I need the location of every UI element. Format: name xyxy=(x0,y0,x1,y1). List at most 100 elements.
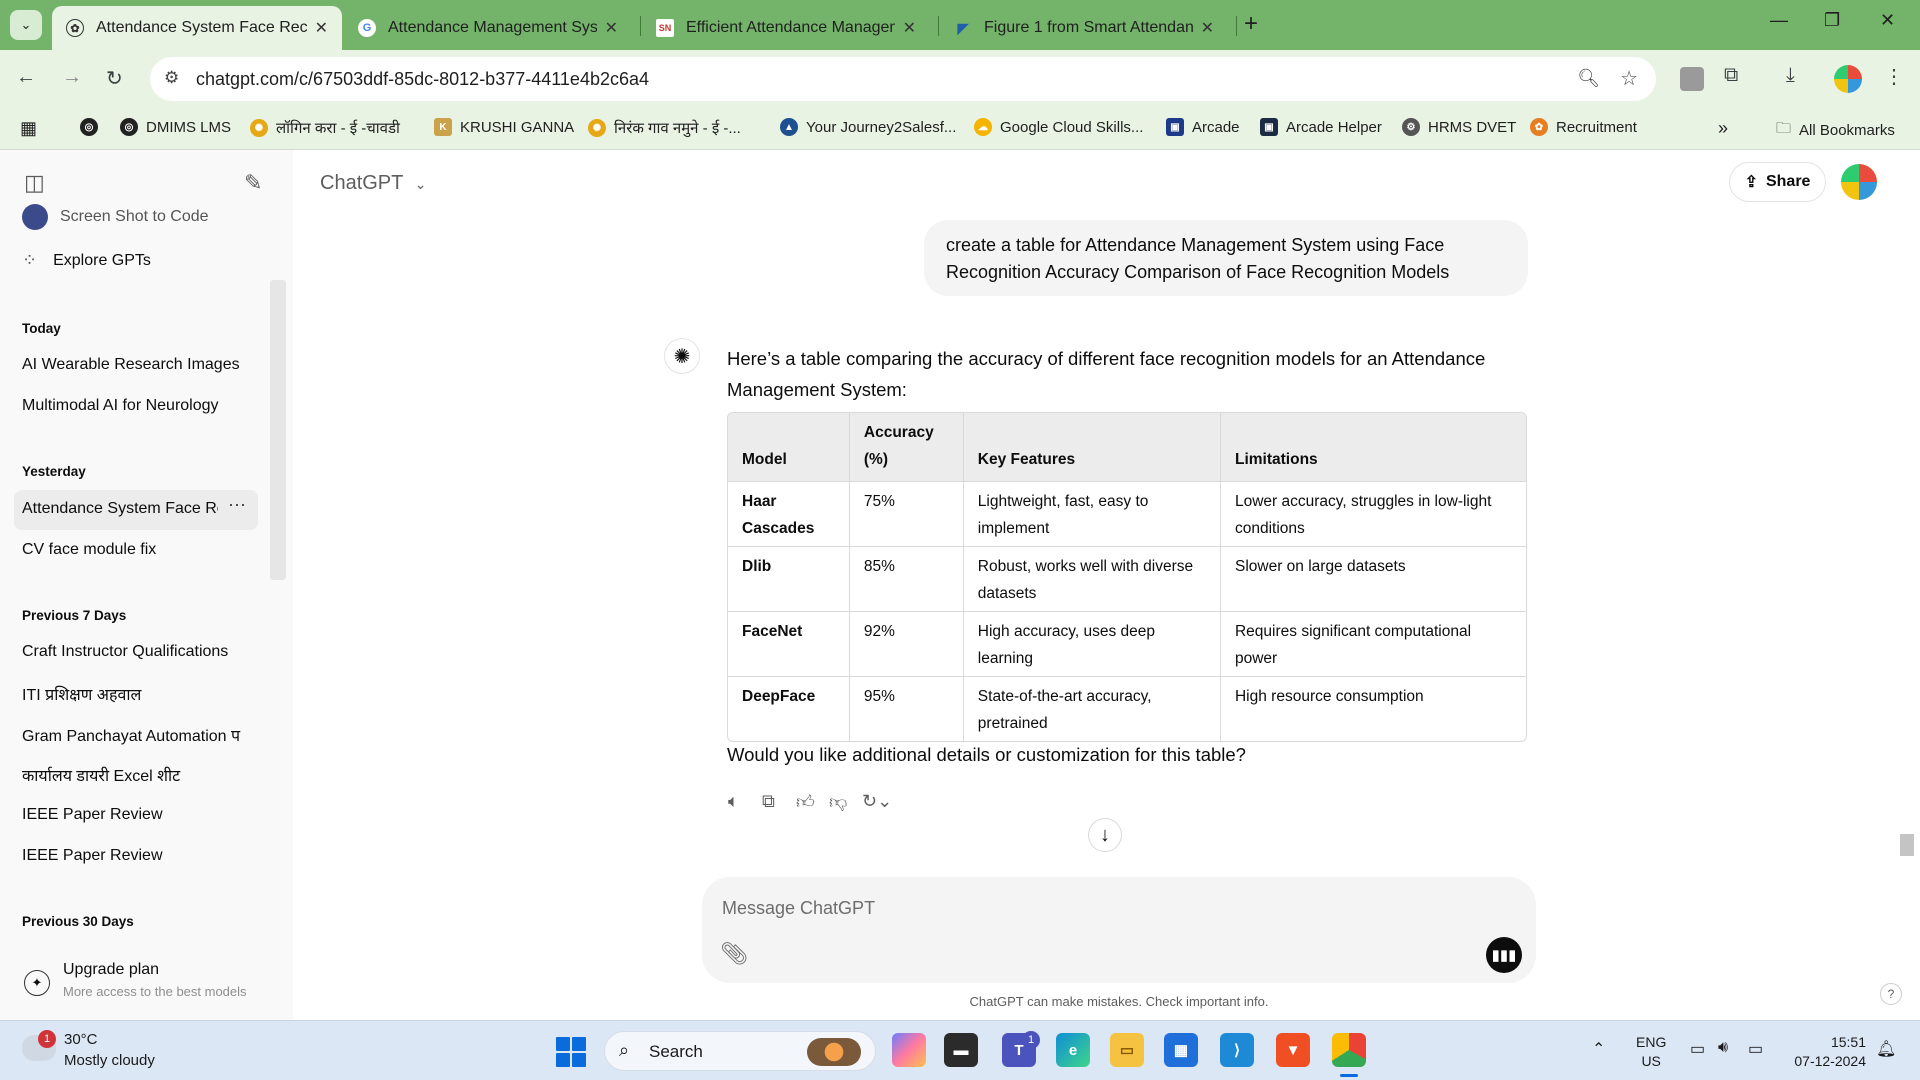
upgrade-plan-button[interactable]: Upgrade plan xyxy=(63,961,159,979)
chat-history-item[interactable]: ITI प्रशिक्षण अहवाल xyxy=(22,683,141,705)
reload-icon[interactable]: ↻ xyxy=(106,66,123,91)
windows-start-icon[interactable] xyxy=(556,1037,586,1067)
bookmark-item[interactable]: ✺ निरंक गाव नमुने - ई -... xyxy=(588,118,741,138)
user-message-bubble: create a table for Attendance Management… xyxy=(924,220,1528,296)
chat-history-item-active[interactable]: Attendance System Face Rec xyxy=(22,500,218,518)
globe-icon: ◎ xyxy=(80,118,98,136)
extensions-puzzle-icon[interactable]: ⧉ xyxy=(1724,64,1738,87)
site-settings-icon[interactable]: ⚙ xyxy=(164,68,179,88)
bookmark-item[interactable]: ▲ Your Journey2Salesf... xyxy=(780,118,956,136)
system-clock[interactable]: 15:51 07-12-2024 xyxy=(1786,1033,1866,1071)
download-icon[interactable]: ⤓ xyxy=(1786,64,1795,87)
bookmark-item[interactable]: ▣ Arcade Helper xyxy=(1260,118,1382,136)
search-label: Search xyxy=(649,1042,703,1061)
toggle-sidebar-icon[interactable]: ◫ xyxy=(24,170,45,196)
close-icon[interactable]: ✕ xyxy=(605,18,618,38)
address-bar[interactable]: ⚙ chatgpt.com/c/67503ddf-85dc-8012-b377-… xyxy=(150,57,1656,101)
more-bookmarks-icon[interactable]: » xyxy=(1718,118,1728,139)
bookmark-item[interactable]: ⚙ HRMS DVET xyxy=(1402,118,1516,136)
voice-mode-button[interactable]: ▮▮▮ xyxy=(1486,937,1522,973)
brave-icon[interactable]: ▼ xyxy=(1276,1033,1310,1067)
close-window-icon[interactable]: ✕ xyxy=(1880,10,1895,31)
task-view-icon[interactable]: ▬ xyxy=(944,1033,978,1067)
url-text[interactable]: chatgpt.com/c/67503ddf-85dc-8012-b377-44… xyxy=(196,69,649,90)
apps-grid-icon[interactable]: ▦ xyxy=(20,118,37,139)
browser-tab-active[interactable]: ✿ Attendance System Face Recogn ✕ xyxy=(52,6,342,50)
copy-icon[interactable]: ⧉ xyxy=(762,791,775,812)
weather-temperature[interactable]: 30°C xyxy=(64,1031,98,1048)
sidebar-item-explore-gpts[interactable]: ⁘ Explore GPTs xyxy=(22,250,151,271)
page-scrollbar-thumb[interactable] xyxy=(1900,834,1914,856)
more-options-icon[interactable]: ··· xyxy=(228,494,246,515)
browser-tab[interactable]: SN Efficient Attendance Manageme ✕ xyxy=(642,6,930,50)
bookmark-item[interactable]: K KRUSHI GANNA xyxy=(434,118,574,136)
chat-history-item[interactable]: IEEE Paper Review xyxy=(22,847,163,865)
chat-history-item[interactable]: AI Wearable Research Images xyxy=(22,356,240,374)
bookmark-item[interactable]: ✺ लॉगिन करा - ई -चावडी xyxy=(250,118,400,138)
chat-history-item[interactable]: Gram Panchayat Automation प xyxy=(22,724,240,746)
chat-history-item[interactable]: कार्यालय डायरी Excel शीट xyxy=(22,764,180,786)
user-avatar[interactable] xyxy=(1841,164,1877,200)
sidebar-item-label: Screen Shot to Code xyxy=(60,208,209,225)
bookmark-item[interactable]: ◎ xyxy=(80,118,106,136)
forward-arrow-icon[interactable]: → xyxy=(62,66,82,89)
profile-avatar[interactable] xyxy=(1834,65,1862,93)
new-tab-icon[interactable]: + xyxy=(1244,10,1258,38)
zoom-icon[interactable]: 🔍︎ xyxy=(1577,68,1600,89)
microsoft-store-icon[interactable]: ▦ xyxy=(1164,1033,1198,1067)
regenerate-icon[interactable]: ↻⌄ xyxy=(862,791,892,812)
close-icon[interactable]: ✕ xyxy=(903,18,916,38)
edge-icon[interactable]: e xyxy=(1056,1033,1090,1067)
battery-icon[interactable]: ▭ xyxy=(1748,1039,1763,1059)
chevron-up-icon[interactable]: ⌃ xyxy=(1592,1039,1605,1059)
model-selector[interactable]: ChatGPT ⌄ xyxy=(320,172,426,195)
language-indicator[interactable]: ENG US xyxy=(1636,1033,1666,1071)
bookmark-item[interactable]: ◎ DMIMS LMS xyxy=(120,118,231,136)
paperclip-icon[interactable]: 📎︎ xyxy=(720,941,748,967)
taskbar-search[interactable]: ⌕ Search xyxy=(604,1031,876,1071)
chrome-icon[interactable] xyxy=(1332,1033,1366,1067)
chat-history-item[interactable]: IEEE Paper Review xyxy=(22,806,163,824)
browser-tab[interactable]: G Attendance Management Syste ✕ xyxy=(344,6,632,50)
close-icon[interactable]: ✕ xyxy=(1201,18,1214,38)
network-icon[interactable]: ▭ xyxy=(1690,1039,1705,1059)
read-aloud-icon[interactable]: 🔈︎ xyxy=(728,791,739,812)
file-explorer-icon[interactable]: ▭ xyxy=(1110,1033,1144,1067)
volume-icon[interactable]: 🔊︎ xyxy=(1718,1039,1728,1057)
sidebar-scrollbar[interactable] xyxy=(270,280,286,580)
recruitment-icon: ✿ xyxy=(1530,118,1548,136)
tab-search-button[interactable]: ⌄ xyxy=(10,10,42,40)
menu-icon[interactable]: ⋮ xyxy=(1884,64,1904,89)
emblem-icon: ✺ xyxy=(588,119,606,137)
bookmark-star-icon[interactable]: ☆ xyxy=(1620,66,1638,91)
bookmark-item[interactable]: ▣ Arcade xyxy=(1166,118,1240,136)
notification-bell-icon[interactable]: 🔔︎ xyxy=(1876,1039,1896,1059)
extension-icon[interactable] xyxy=(1680,67,1704,91)
chat-history-item[interactable]: Craft Instructor Qualifications xyxy=(22,643,228,661)
sidebar-item-screenshot-to-code[interactable]: Screen Shot to Code xyxy=(22,204,209,230)
help-icon[interactable]: ? xyxy=(1880,983,1902,1005)
browser-tab[interactable]: ◤ Figure 1 from Smart Attendance ✕ xyxy=(940,6,1228,50)
column-header: Model xyxy=(728,413,850,482)
teams-badge: 1 xyxy=(1022,1031,1040,1049)
all-bookmarks-button[interactable]: 🗀 All Bookmarks xyxy=(1776,118,1895,143)
back-arrow-icon[interactable]: ← xyxy=(16,66,36,89)
arcade-icon: ▣ xyxy=(1166,118,1184,136)
minimize-icon[interactable]: — xyxy=(1770,10,1788,31)
copilot-icon[interactable] xyxy=(892,1033,926,1067)
share-button[interactable]: ⇪ Share xyxy=(1729,162,1826,202)
close-icon[interactable]: ✕ xyxy=(315,18,328,38)
scroll-to-bottom-button[interactable]: ↓ xyxy=(1088,818,1122,852)
bookmark-item[interactable]: ☁ Google Cloud Skills... xyxy=(974,118,1143,136)
chat-history-item[interactable]: Multimodal AI for Neurology xyxy=(22,397,219,415)
new-chat-icon[interactable]: ✎ xyxy=(244,170,262,196)
restore-icon[interactable]: ❐ xyxy=(1824,10,1840,31)
share-label: Share xyxy=(1765,173,1811,190)
thumbs-down-icon[interactable]: 👎︎ xyxy=(829,791,847,813)
vscode-icon[interactable]: ⟩ xyxy=(1220,1033,1254,1067)
thumbs-up-icon[interactable]: 👍︎ xyxy=(796,791,815,813)
chat-history-item[interactable]: CV face module fix xyxy=(22,541,156,559)
weather-description[interactable]: Mostly cloudy xyxy=(64,1052,155,1069)
message-input[interactable] xyxy=(722,893,1422,923)
bookmark-item[interactable]: ✿ Recruitment xyxy=(1530,118,1637,136)
